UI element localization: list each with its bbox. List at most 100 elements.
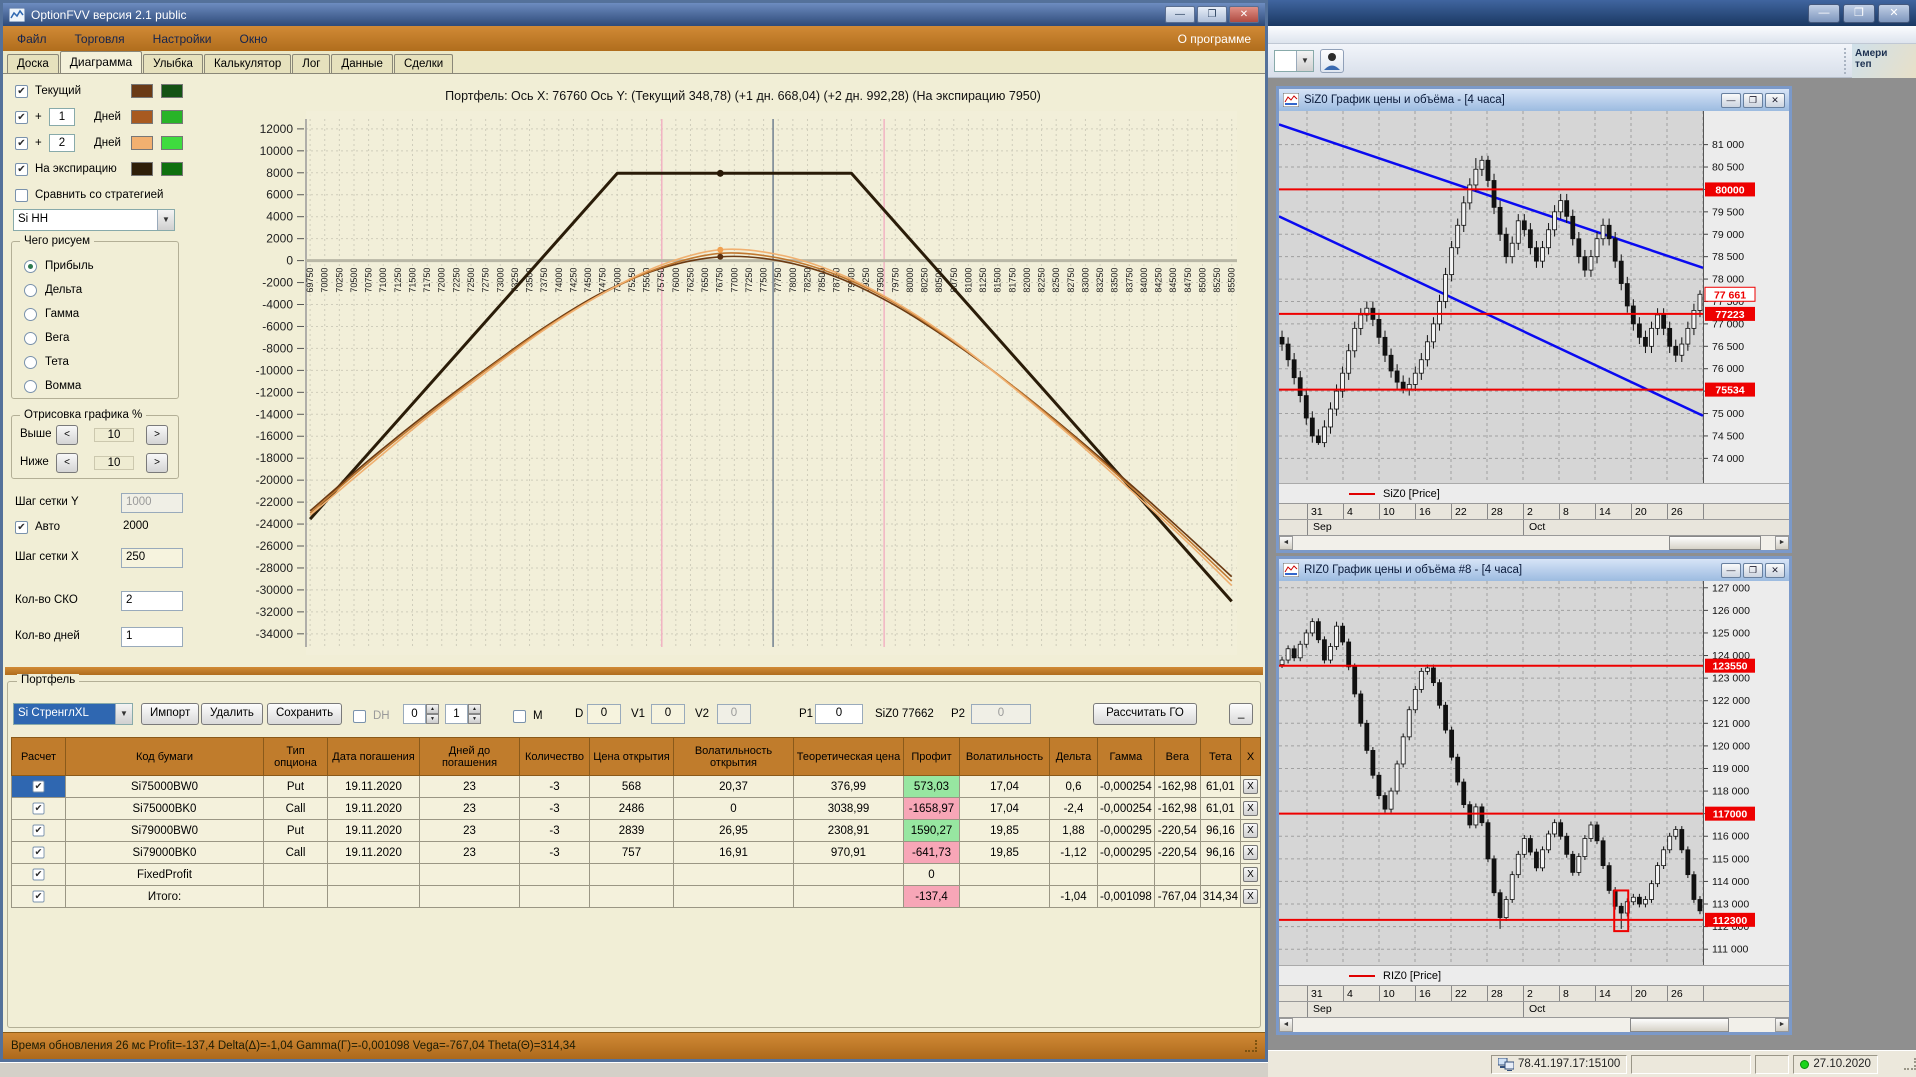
col-header-2[interactable]: Тип опциона xyxy=(263,737,328,776)
strategy-select[interactable]: Si HH ▼ xyxy=(13,209,175,231)
calc-cell[interactable] xyxy=(11,819,66,842)
siz0-scrollbar[interactable]: ◄ ► xyxy=(1279,536,1789,550)
save-button[interactable]: Сохранить xyxy=(267,703,343,725)
grid-y-input[interactable]: 1000 xyxy=(121,493,183,513)
remove-row-button[interactable]: X xyxy=(1242,889,1258,904)
calc-cell[interactable] xyxy=(11,885,66,908)
spin-down-icon[interactable]: ▼ xyxy=(468,714,481,724)
calc-go-button[interactable]: Рассчитать ГО xyxy=(1093,703,1197,725)
row-checkbox[interactable] xyxy=(32,802,45,815)
col-header-12[interactable]: Гамма xyxy=(1097,737,1155,776)
grid-x-input[interactable]: 250 xyxy=(121,548,183,568)
calc-cell[interactable] xyxy=(11,797,66,820)
checkbox-m[interactable] xyxy=(513,709,526,723)
tab-Доска[interactable]: Доска xyxy=(7,54,59,73)
days-count-input[interactable]: 1 xyxy=(121,627,183,647)
tab-Улыбка[interactable]: Улыбка xyxy=(143,54,203,73)
checkbox-plus1[interactable] xyxy=(15,110,28,124)
below-dec-button[interactable]: < xyxy=(56,453,78,473)
radio-Тета[interactable] xyxy=(24,355,37,369)
above-dec-button[interactable]: < xyxy=(56,425,78,445)
swatch-current-1[interactable] xyxy=(131,84,153,98)
news-widget[interactable]: Амери теп xyxy=(1852,44,1916,78)
calc-cell[interactable] xyxy=(11,863,66,886)
radio-Гамма[interactable] xyxy=(24,307,37,321)
row-checkbox[interactable] xyxy=(32,890,45,903)
col-header-0[interactable]: Расчет xyxy=(11,737,66,776)
menu-Торговля[interactable]: Торговля xyxy=(61,28,139,50)
minimize-icon[interactable]: — xyxy=(1721,92,1741,108)
checkbox-auto[interactable] xyxy=(15,520,28,534)
minimize-icon[interactable]: — xyxy=(1721,562,1741,578)
col-header-15[interactable]: X xyxy=(1239,737,1261,776)
optionfvv-titlebar[interactable]: OptionFVV версия 2.1 public — ❐ ✕ xyxy=(3,3,1265,26)
swatch-plus1-1[interactable] xyxy=(131,110,153,124)
radio-Вега[interactable] xyxy=(24,331,37,345)
tab-Диаграмма[interactable]: Диаграмма xyxy=(59,51,143,73)
row-checkbox[interactable] xyxy=(32,846,45,859)
restore-icon[interactable]: ❐ xyxy=(1843,3,1875,23)
swatch-plus2-2[interactable] xyxy=(161,136,183,150)
checkbox-current[interactable] xyxy=(15,84,28,98)
close-icon[interactable]: ✕ xyxy=(1765,562,1785,578)
days2-input[interactable]: 2 xyxy=(49,134,75,152)
spin-up-icon[interactable]: ▲ xyxy=(426,704,439,714)
col-header-11[interactable]: Дельта xyxy=(1049,737,1098,776)
riz0-titlebar[interactable]: RIZ0 График цены и объёма #8 - [4 часа] … xyxy=(1279,559,1789,581)
resize-grip[interactable] xyxy=(1904,1058,1916,1070)
calc-cell[interactable] xyxy=(11,841,66,864)
checkbox-dh[interactable] xyxy=(353,709,366,723)
spin-down-icon[interactable]: ▼ xyxy=(426,714,439,724)
spin-up-icon[interactable]: ▲ xyxy=(468,704,481,714)
calc-cell[interactable] xyxy=(11,775,66,798)
delete-button[interactable]: Удалить xyxy=(201,703,263,725)
radio-Вомма[interactable] xyxy=(24,379,37,393)
swatch-current-2[interactable] xyxy=(161,84,183,98)
remove-row-button[interactable]: X xyxy=(1242,823,1258,838)
remove-row-button[interactable]: X xyxy=(1242,867,1258,882)
remove-row-button[interactable]: X xyxy=(1242,779,1258,794)
collapse-button[interactable]: _ xyxy=(1229,703,1253,725)
payoff-chart[interactable]: 12000 10000 8000 6000 4000 2000 0 -2000 -4000 -60… xyxy=(238,111,1248,663)
minimize-icon[interactable]: — xyxy=(1808,3,1840,23)
restore-icon[interactable]: ❐ xyxy=(1743,562,1763,578)
right-app-titlebar[interactable]: — ❐ ✕ xyxy=(1268,0,1916,26)
sko-input[interactable]: 2 xyxy=(121,591,183,611)
menu-Окно[interactable]: Окно xyxy=(226,28,282,50)
scroll-left-icon[interactable]: ◄ xyxy=(1279,536,1293,550)
radio-Дельта[interactable] xyxy=(24,283,37,297)
swatch-expiry-2[interactable] xyxy=(161,162,183,176)
preset-select[interactable]: Si СтренглXL ▼ xyxy=(13,703,133,725)
checkbox-expiry[interactable] xyxy=(15,162,28,176)
row-checkbox[interactable] xyxy=(32,780,45,793)
remove-row-button[interactable]: X xyxy=(1242,845,1258,860)
col-header-10[interactable]: Волатильность xyxy=(959,737,1050,776)
col-header-4[interactable]: Дней до погашения xyxy=(419,737,520,776)
maximize-icon[interactable]: ❐ xyxy=(1197,6,1227,23)
days1-input[interactable]: 1 xyxy=(49,108,75,126)
col-header-8[interactable]: Теоретическая цена xyxy=(793,737,904,776)
scroll-left-icon[interactable]: ◄ xyxy=(1279,1018,1293,1032)
checkbox-plus2[interactable] xyxy=(15,136,28,150)
col-header-14[interactable]: Тета xyxy=(1199,737,1241,776)
dh-spinner-1[interactable]: 0 ▲ ▼ xyxy=(403,704,439,724)
scroll-right-icon[interactable]: ► xyxy=(1775,1018,1789,1032)
tab-Лог[interactable]: Лог xyxy=(292,54,331,73)
scroll-thumb[interactable] xyxy=(1630,1018,1730,1032)
menu-Файл[interactable]: Файл xyxy=(3,28,61,50)
minimize-icon[interactable]: — xyxy=(1165,6,1195,23)
toolbar-combo[interactable]: ▼ xyxy=(1274,50,1314,72)
dh-spinner-2[interactable]: 1 ▲ ▼ xyxy=(445,704,481,724)
radio-Прибыль[interactable] xyxy=(24,259,37,273)
col-header-7[interactable]: Волатильность открытия xyxy=(673,737,794,776)
chevron-down-icon[interactable]: ▼ xyxy=(1296,51,1313,71)
row-checkbox[interactable] xyxy=(32,868,45,881)
col-header-3[interactable]: Дата погашения xyxy=(327,737,420,776)
riz0-plot[interactable]: 111 000112 000113 000114 000115 000116 0… xyxy=(1279,581,1789,965)
checkbox-compare[interactable] xyxy=(15,188,28,202)
tab-Сделки[interactable]: Сделки xyxy=(393,54,454,73)
col-header-5[interactable]: Количество xyxy=(519,737,590,776)
v1-input[interactable]: 0 xyxy=(651,704,685,724)
below-inc-button[interactable]: > xyxy=(146,453,168,473)
riz0-scrollbar[interactable]: ◄ ► xyxy=(1279,1018,1789,1032)
